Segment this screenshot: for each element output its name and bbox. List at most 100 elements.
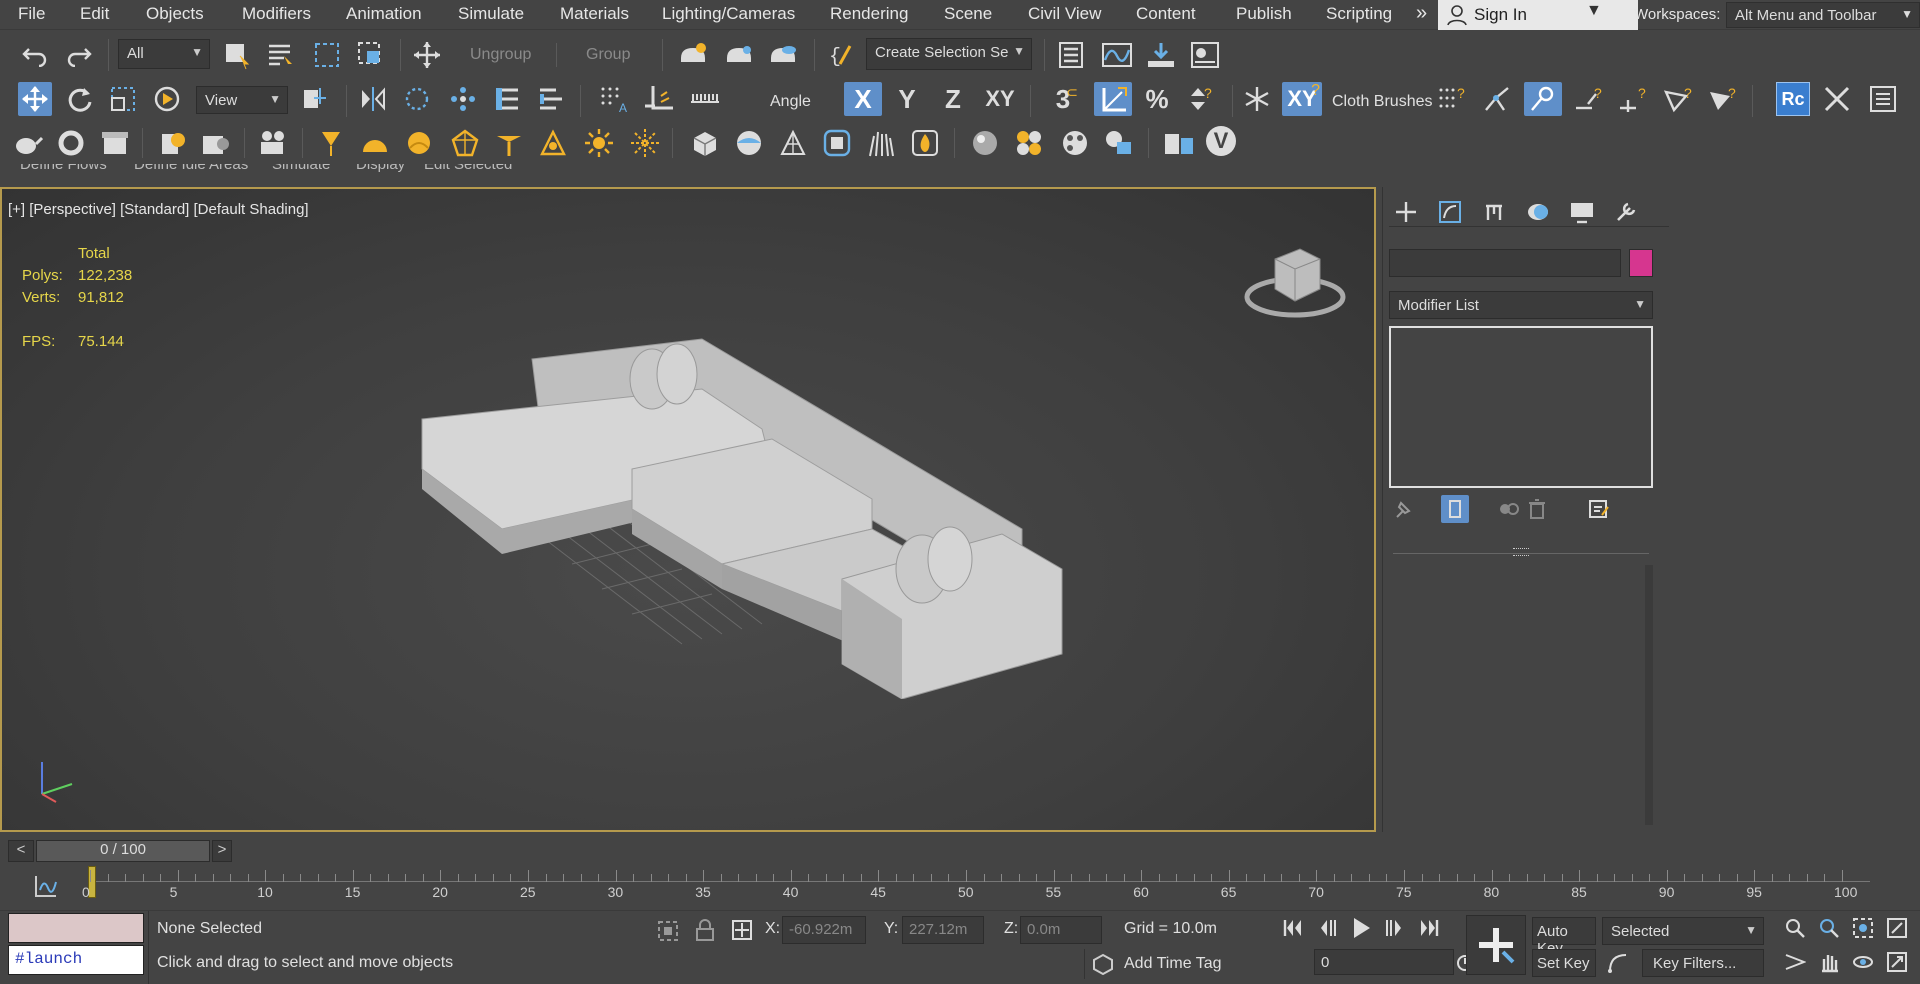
grass-icon[interactable] <box>864 126 898 160</box>
remove-modifier-icon[interactable] <box>1523 495 1551 523</box>
brush-tool-d-icon[interactable]: ? <box>1706 82 1740 116</box>
cloth-brushes-label[interactable]: Cloth Brushes <box>1332 93 1433 111</box>
multi-material-icon[interactable] <box>1012 126 1046 160</box>
sign-in-button[interactable]: Sign In ▼ <box>1438 0 1638 30</box>
brush-tool-b-icon[interactable]: ? <box>1616 82 1650 116</box>
menu-civil-view[interactable]: Civil View <box>1028 4 1101 24</box>
sun-icon[interactable] <box>582 126 616 160</box>
menu-lighting-cameras[interactable]: Lighting/Cameras <box>662 4 795 24</box>
previous-frame-icon[interactable] <box>1312 913 1342 943</box>
dome-light-icon[interactable] <box>358 126 392 160</box>
axis-y-button[interactable]: Y <box>890 82 924 116</box>
infinite-plane-icon[interactable] <box>732 126 766 160</box>
select-and-rotate-icon[interactable] <box>62 82 96 116</box>
configure-modifier-sets-icon[interactable] <box>1585 495 1613 523</box>
mesh-light-icon[interactable] <box>448 126 482 160</box>
next-frame-button[interactable]: > <box>212 840 232 862</box>
brush-tool-a-icon[interactable]: ? <box>1572 82 1606 116</box>
railclone-icon[interactable]: Rc <box>1776 82 1810 116</box>
frame-buffer-icon[interactable] <box>1162 126 1196 160</box>
modifier-stack[interactable] <box>1389 326 1653 488</box>
resize-handle-icon[interactable] <box>1513 548 1529 556</box>
current-frame-field[interactable]: 0 <box>1314 949 1454 975</box>
curve-editor-icon[interactable] <box>1100 38 1134 72</box>
named-selection-dropdown[interactable]: Create Selection Se ▼ <box>866 38 1032 70</box>
axis-x-button[interactable]: X <box>844 82 882 116</box>
pan-hand-icon[interactable] <box>1814 947 1844 977</box>
axis-z-button[interactable]: Z <box>936 82 970 116</box>
spinner-snap-toggle-icon[interactable]: ? <box>1184 82 1218 116</box>
display-tab-icon[interactable] <box>1565 197 1599 227</box>
select-and-scale-icon[interactable] <box>106 82 140 116</box>
magnet-brush-icon[interactable] <box>1524 82 1562 116</box>
menu-edit[interactable]: Edit <box>80 4 109 24</box>
select-and-move-icon[interactable] <box>18 82 52 116</box>
mini-curve-editor-icon[interactable] <box>34 874 58 898</box>
ribbon-tab-display[interactable]: Display <box>356 164 405 173</box>
tools-icon[interactable] <box>1820 82 1854 116</box>
box-container-icon[interactable] <box>98 126 132 160</box>
menu-publish[interactable]: Publish <box>1236 4 1292 24</box>
modifier-list-dropdown[interactable]: Modifier List ▼ <box>1389 291 1653 319</box>
proxy-box-icon[interactable] <box>688 126 722 160</box>
settings-list-icon[interactable] <box>1866 82 1900 116</box>
menu-file[interactable]: File <box>18 4 45 24</box>
axis-xy-button[interactable]: XY <box>980 82 1020 116</box>
select-and-link-icon[interactable] <box>410 38 444 72</box>
layer-manager-icon[interactable] <box>490 82 524 116</box>
utilities-tab-icon[interactable] <box>1609 197 1643 227</box>
zoom-extents-icon[interactable] <box>1848 913 1878 943</box>
group-button[interactable]: Group <box>586 46 630 64</box>
angle-snap-toggle-icon[interactable] <box>1094 82 1132 116</box>
object-name-field[interactable] <box>1389 249 1621 277</box>
menu-scene[interactable]: Scene <box>944 4 992 24</box>
select-and-place-icon[interactable] <box>150 82 184 116</box>
zoom-all-icon[interactable] <box>1814 913 1844 943</box>
redo-icon[interactable] <box>62 38 96 72</box>
viewport-label[interactable]: [+] [Perspective] [Standard] [Default Sh… <box>8 201 309 218</box>
window-crossing-icon[interactable] <box>354 38 388 72</box>
go-to-start-icon[interactable] <box>1278 913 1308 943</box>
menu-scripting[interactable]: Scripting <box>1326 4 1392 24</box>
material-sphere-icon[interactable] <box>968 126 1002 160</box>
select-object-icon[interactable] <box>220 38 254 72</box>
selection-filter-dropdown[interactable]: All ▼ <box>118 39 210 69</box>
prev-frame-button[interactable]: < <box>8 840 34 862</box>
maxscript-input[interactable]: #launch <box>8 945 144 975</box>
brush-tool-c-icon[interactable]: ? <box>1662 82 1696 116</box>
pivot-point-icon[interactable] <box>298 82 332 116</box>
x-coord-field[interactable]: -60.922m <box>782 916 866 944</box>
array-icon[interactable] <box>446 82 480 116</box>
zoom-icon[interactable] <box>1780 913 1810 943</box>
render-cloud-icon[interactable] <box>766 38 800 72</box>
set-key-button[interactable]: Set Key <box>1532 949 1596 977</box>
select-by-name-icon[interactable] <box>264 38 298 72</box>
menu-overflow-icon[interactable]: » <box>1416 2 1427 25</box>
xy-constraint-icon[interactable]: XY? <box>1282 82 1322 116</box>
menu-animation[interactable]: Animation <box>346 4 422 24</box>
rectangular-selection-icon[interactable] <box>310 38 344 72</box>
vray-mesh-icon[interactable] <box>820 126 854 160</box>
fur-icon[interactable] <box>776 126 810 160</box>
field-of-view-icon[interactable] <box>1780 947 1810 977</box>
orbit-icon[interactable] <box>1848 947 1878 977</box>
make-unique-icon[interactable] <box>1495 495 1523 523</box>
undo-icon[interactable] <box>18 38 52 72</box>
material-swap-icon[interactable] <box>1102 126 1136 160</box>
ribbon-tab-simulate[interactable]: Simulate <box>272 164 330 173</box>
modify-tab-icon[interactable] <box>1433 197 1467 227</box>
mirror-icon[interactable] <box>356 82 390 116</box>
perspective-viewport[interactable]: [+] [Perspective] [Standard] [Default Sh… <box>0 187 1376 832</box>
ribbon-tab-define-flows[interactable]: Define Flows <box>20 164 107 173</box>
torus-icon[interactable] <box>54 126 88 160</box>
render-setup-icon[interactable] <box>676 38 710 72</box>
sphere-light-icon[interactable] <box>402 126 436 160</box>
angle-snap-icon[interactable] <box>642 82 676 116</box>
snaps-3d-button[interactable]: 3 ⊂ <box>1046 82 1080 116</box>
light-bulb-icon[interactable] <box>156 126 190 160</box>
play-icon[interactable] <box>1346 913 1376 943</box>
z-coord-field[interactable]: 0.0m <box>1020 916 1102 944</box>
hierarchy-tab-icon[interactable] <box>1477 197 1511 227</box>
menu-content[interactable]: Content <box>1136 4 1196 24</box>
fire-icon[interactable] <box>908 126 942 160</box>
